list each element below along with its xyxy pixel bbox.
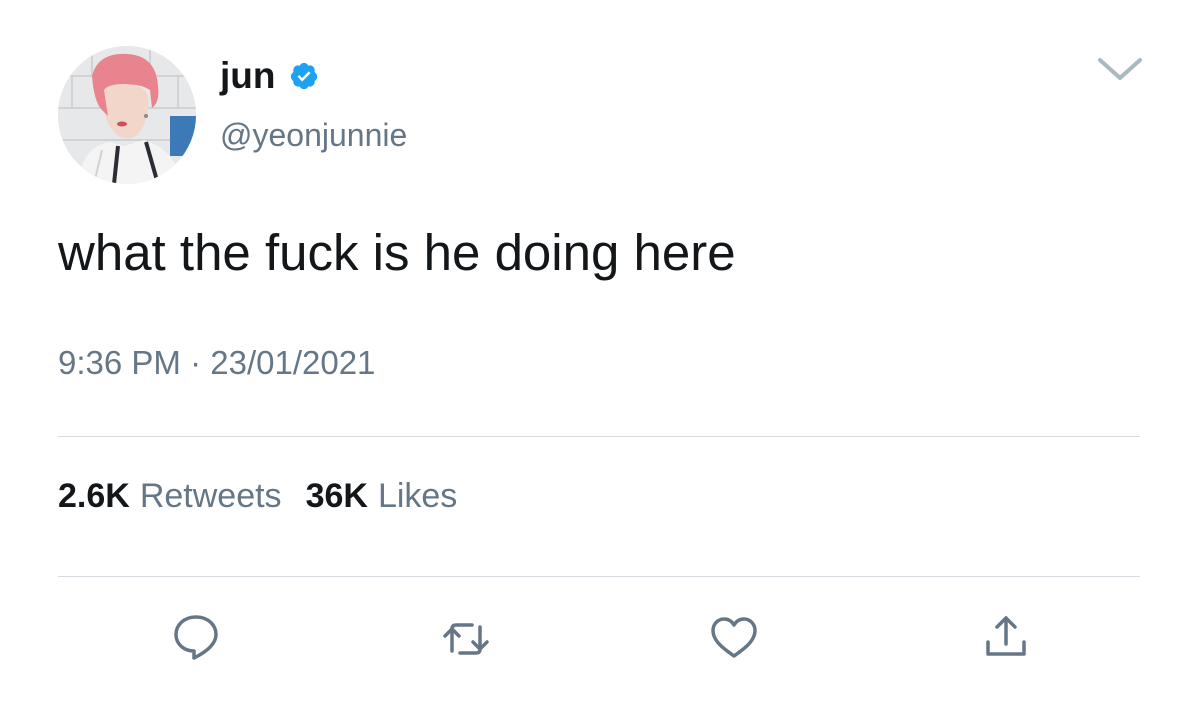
tweet-time: 9:36 PM [58,344,181,381]
retweet-icon [443,623,489,655]
tweet-date: 23/01/2021 [210,344,376,381]
chevron-down-icon[interactable] [1096,50,1144,86]
divider [58,576,1140,577]
like-icon [711,617,757,658]
likes-stat[interactable]: 36K Likes [306,473,458,519]
retweets-count: 2.6K [58,477,130,515]
tweet-text: what the fuck is he doing here [58,224,736,281]
tweet-stats: 2.6K Retweets 36K Likes [58,473,481,519]
display-name-row[interactable]: jun [220,52,319,100]
likes-count: 36K [305,477,368,515]
retweet-button[interactable] [438,611,494,667]
share-button[interactable] [978,608,1034,664]
avatar-image [58,46,196,184]
tweet-card: jun @yeonjunnie what the fuck is he doin… [0,0,1200,706]
divider [58,436,1140,437]
display-name[interactable]: jun [220,52,275,100]
like-button[interactable] [706,610,762,666]
retweets-label: Retweets [139,477,282,515]
likes-label: Likes [377,477,458,515]
retweets-stat[interactable]: 2.6K Retweets [58,473,282,519]
reply-icon [174,615,218,660]
tweet-timestamp[interactable]: 9:36 PM · 23/01/2021 [58,340,375,386]
user-handle[interactable]: @yeonjunnie [220,113,407,157]
reply-button[interactable] [168,609,224,665]
verified-badge-icon [289,61,319,91]
avatar[interactable] [58,46,196,184]
share-icon [986,616,1026,656]
timestamp-separator: · [190,344,202,381]
action-bar [0,604,1200,674]
